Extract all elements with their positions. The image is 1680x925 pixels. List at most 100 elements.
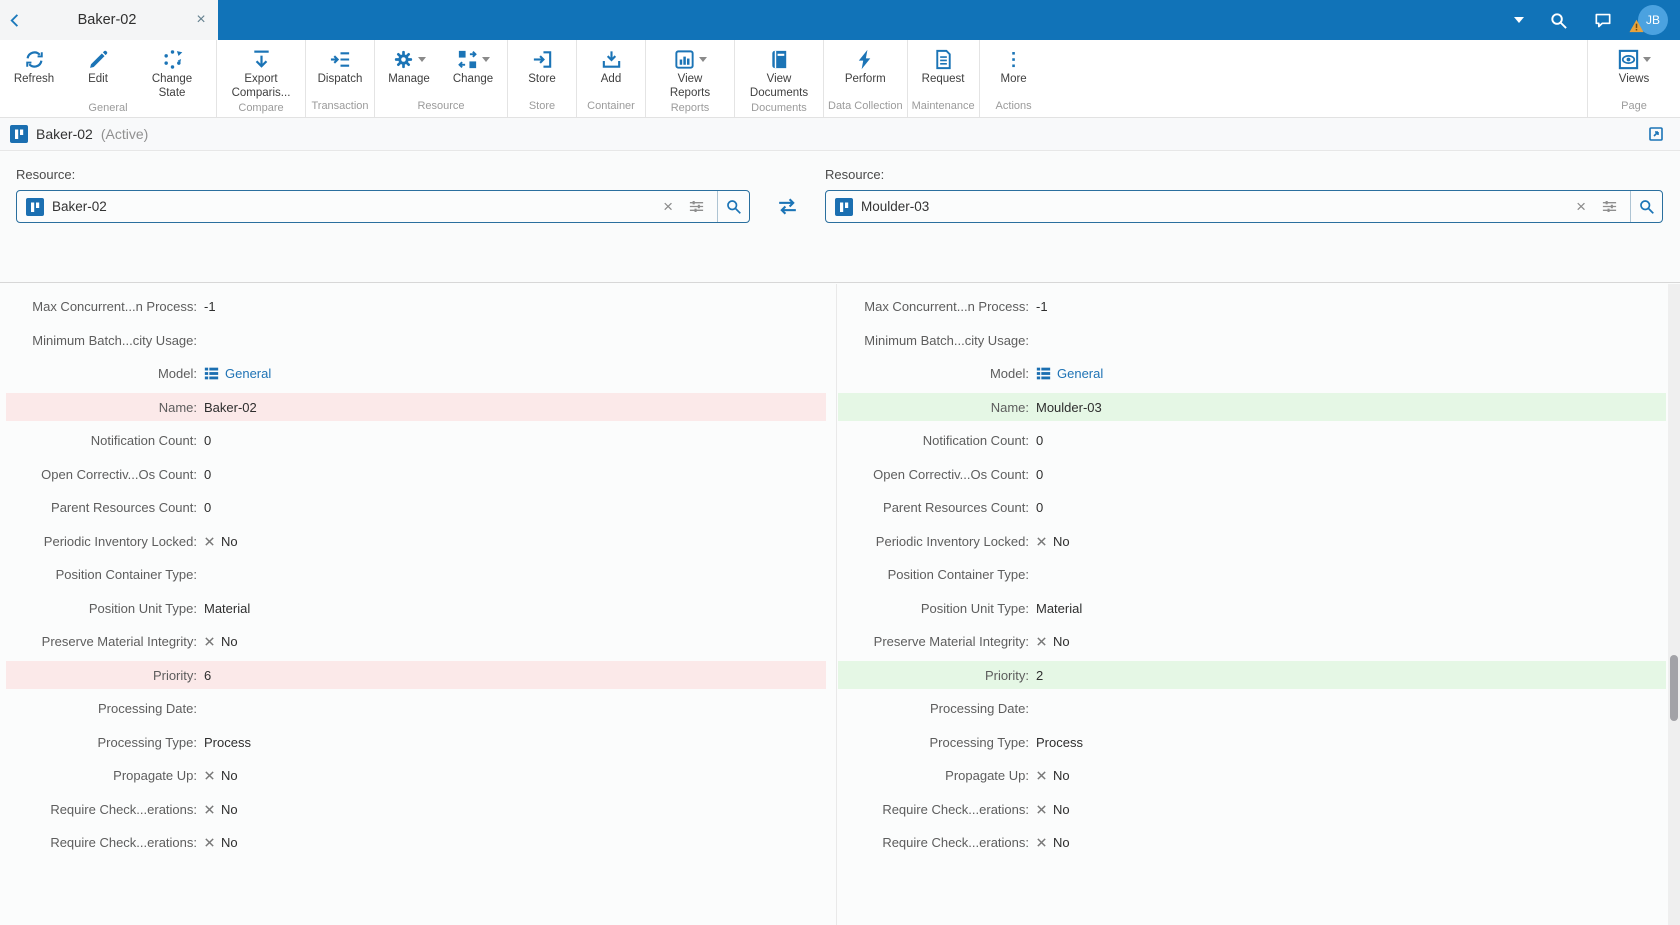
resource-label-left: Resource: — [16, 167, 76, 182]
search-button[interactable] — [1630, 191, 1662, 222]
field-row-left[interactable]: Position Container Type: — [6, 561, 826, 589]
field-row-left[interactable]: Notification Count: 0 — [6, 427, 826, 455]
toolbar-group-label: Actions — [995, 100, 1032, 112]
field-row-left[interactable]: Require Check...erations: No — [6, 829, 826, 857]
back-button[interactable] — [0, 0, 30, 40]
caret-down-icon[interactable] — [482, 56, 490, 66]
request-button[interactable]: Request — [911, 40, 975, 98]
search-icon[interactable] — [1549, 11, 1568, 30]
manage-button[interactable]: Manage — [377, 40, 441, 98]
field-row-right[interactable]: Model: General — [838, 360, 1666, 388]
perform-button[interactable]: Perform — [833, 40, 897, 98]
field-row-left[interactable]: Priority: 6 — [6, 661, 826, 690]
field-label: Open Correctiv...Os Count: — [873, 466, 1029, 482]
toolbar-group: Views Page — [1587, 40, 1680, 117]
field-label: Position Container Type: — [887, 567, 1029, 583]
resource-label-right: Resource: — [825, 167, 885, 182]
clear-icon[interactable]: × — [659, 198, 677, 215]
filter-sliders-icon[interactable] — [685, 198, 708, 215]
toolbar-group-label: Container — [587, 100, 635, 112]
field-row-right[interactable]: Processing Date: — [838, 695, 1666, 723]
field-row-right[interactable]: Periodic Inventory Locked: No — [838, 527, 1666, 555]
field-row-left[interactable]: Position Unit Type: Material — [6, 594, 826, 622]
field-value: 0 — [204, 500, 212, 516]
field-row-right[interactable]: Processing Type: Process — [838, 728, 1666, 756]
caret-down-icon[interactable] — [1643, 56, 1651, 66]
field-row-right[interactable]: Preserve Material Integrity: No — [838, 628, 1666, 656]
tab-close-button[interactable]: × — [184, 11, 218, 29]
field-row-right[interactable]: Priority: 2 — [838, 661, 1666, 690]
more-button[interactable]: More — [982, 40, 1046, 98]
field-row-right[interactable]: Open Correctiv...Os Count: 0 — [838, 460, 1666, 488]
views-button[interactable]: Views — [1602, 40, 1666, 98]
field-label: Processing Date: — [98, 701, 197, 717]
filter-sliders-icon[interactable] — [1598, 198, 1621, 215]
user-avatar[interactable]: JB — [1629, 5, 1668, 35]
field-row-right[interactable]: Max Concurrent...n Process: -1 — [838, 293, 1666, 321]
field-row-right[interactable]: Minimum Batch...city Usage: — [838, 326, 1666, 354]
model-icon — [204, 366, 219, 381]
search-button[interactable] — [717, 191, 749, 222]
field-value[interactable]: General — [204, 366, 271, 381]
field-row-left[interactable]: Processing Date: — [6, 695, 826, 723]
field-row-left[interactable]: Propagate Up: No — [6, 762, 826, 790]
view-reports-button[interactable]: View Reports — [648, 40, 732, 100]
toolbar-button-label: Manage — [388, 73, 430, 85]
field-row-left[interactable]: Minimum Batch...city Usage: — [6, 326, 826, 354]
swap-resources-icon[interactable] — [775, 196, 800, 222]
toolbar-group-label: Documents — [751, 102, 807, 115]
field-row-left[interactable]: Parent Resources Count: 0 — [6, 494, 826, 522]
caret-down-icon[interactable] — [699, 56, 707, 66]
clear-icon[interactable]: × — [1572, 198, 1590, 215]
field-row-left[interactable]: Model: General — [6, 360, 826, 388]
field-row-left[interactable]: Name: Baker-02 — [6, 393, 826, 422]
field-row-right[interactable]: Position Container Type: — [838, 561, 1666, 589]
no-cross-icon — [204, 804, 215, 815]
comparison-grid: Max Concurrent...n Process: -1 Max Concu… — [0, 284, 1668, 925]
field-row-right[interactable]: Parent Resources Count: 0 — [838, 494, 1666, 522]
field-row-right[interactable]: Notification Count: 0 — [838, 427, 1666, 455]
field-value: No — [204, 634, 238, 649]
field-label: Periodic Inventory Locked: — [43, 533, 197, 549]
refresh-button[interactable]: Refresh — [2, 40, 66, 100]
popout-icon[interactable] — [1648, 126, 1664, 142]
toolbar-button-label: Request — [921, 73, 965, 85]
caret-down-icon[interactable] — [418, 56, 426, 66]
field-row-left[interactable]: Processing Type: Process — [6, 728, 826, 756]
field-row-right[interactable]: Position Unit Type: Material — [838, 594, 1666, 622]
dispatch-button[interactable]: Dispatch — [308, 40, 372, 98]
add-button[interactable]: Add — [579, 40, 643, 98]
change-state-button[interactable]: Change State — [130, 40, 214, 100]
comparison-row: Require Check...erations: No Require Che… — [0, 793, 1668, 827]
field-row-right[interactable]: Require Check...erations: No — [838, 829, 1666, 857]
field-row-left[interactable]: Max Concurrent...n Process: -1 — [6, 293, 826, 321]
field-label: Position Unit Type: — [920, 600, 1029, 616]
field-row-right[interactable]: Require Check...erations: No — [838, 795, 1666, 823]
field-row-right[interactable]: Name: Moulder-03 — [838, 393, 1666, 422]
resource-input-left[interactable]: Baker-02 × — [16, 190, 750, 223]
field-row-left[interactable]: Periodic Inventory Locked: No — [6, 527, 826, 555]
caret-down-icon[interactable] — [1514, 17, 1524, 28]
change-button[interactable]: Change — [441, 40, 505, 98]
field-value: Process — [1036, 734, 1083, 750]
resource-input-right[interactable]: Moulder-03 × — [825, 190, 1663, 223]
field-value[interactable]: General — [1036, 366, 1103, 381]
store-button[interactable]: Store — [510, 40, 574, 98]
scrollbar[interactable] — [1668, 284, 1680, 925]
field-row-left[interactable]: Open Correctiv...Os Count: 0 — [6, 460, 826, 488]
toolbar-group-label: Transaction — [311, 100, 369, 112]
field-label: Propagate Up: — [945, 768, 1029, 784]
edit-button[interactable]: Edit — [66, 40, 130, 100]
field-value: No — [204, 534, 238, 549]
export-comparison-button[interactable]: Export Comparis... — [219, 40, 303, 100]
field-label: Position Container Type: — [55, 567, 197, 583]
field-value: -1 — [204, 299, 216, 315]
field-row-left[interactable]: Require Check...erations: No — [6, 795, 826, 823]
field-row-right[interactable]: Propagate Up: No — [838, 762, 1666, 790]
no-cross-icon — [1036, 837, 1047, 848]
view-documents-button[interactable]: View Documents — [737, 40, 821, 100]
field-row-left[interactable]: Preserve Material Integrity: No — [6, 628, 826, 656]
chat-icon[interactable] — [1593, 10, 1613, 30]
scrollbar-thumb[interactable] — [1670, 655, 1678, 721]
toolbar-group-label: Resource — [417, 100, 465, 112]
